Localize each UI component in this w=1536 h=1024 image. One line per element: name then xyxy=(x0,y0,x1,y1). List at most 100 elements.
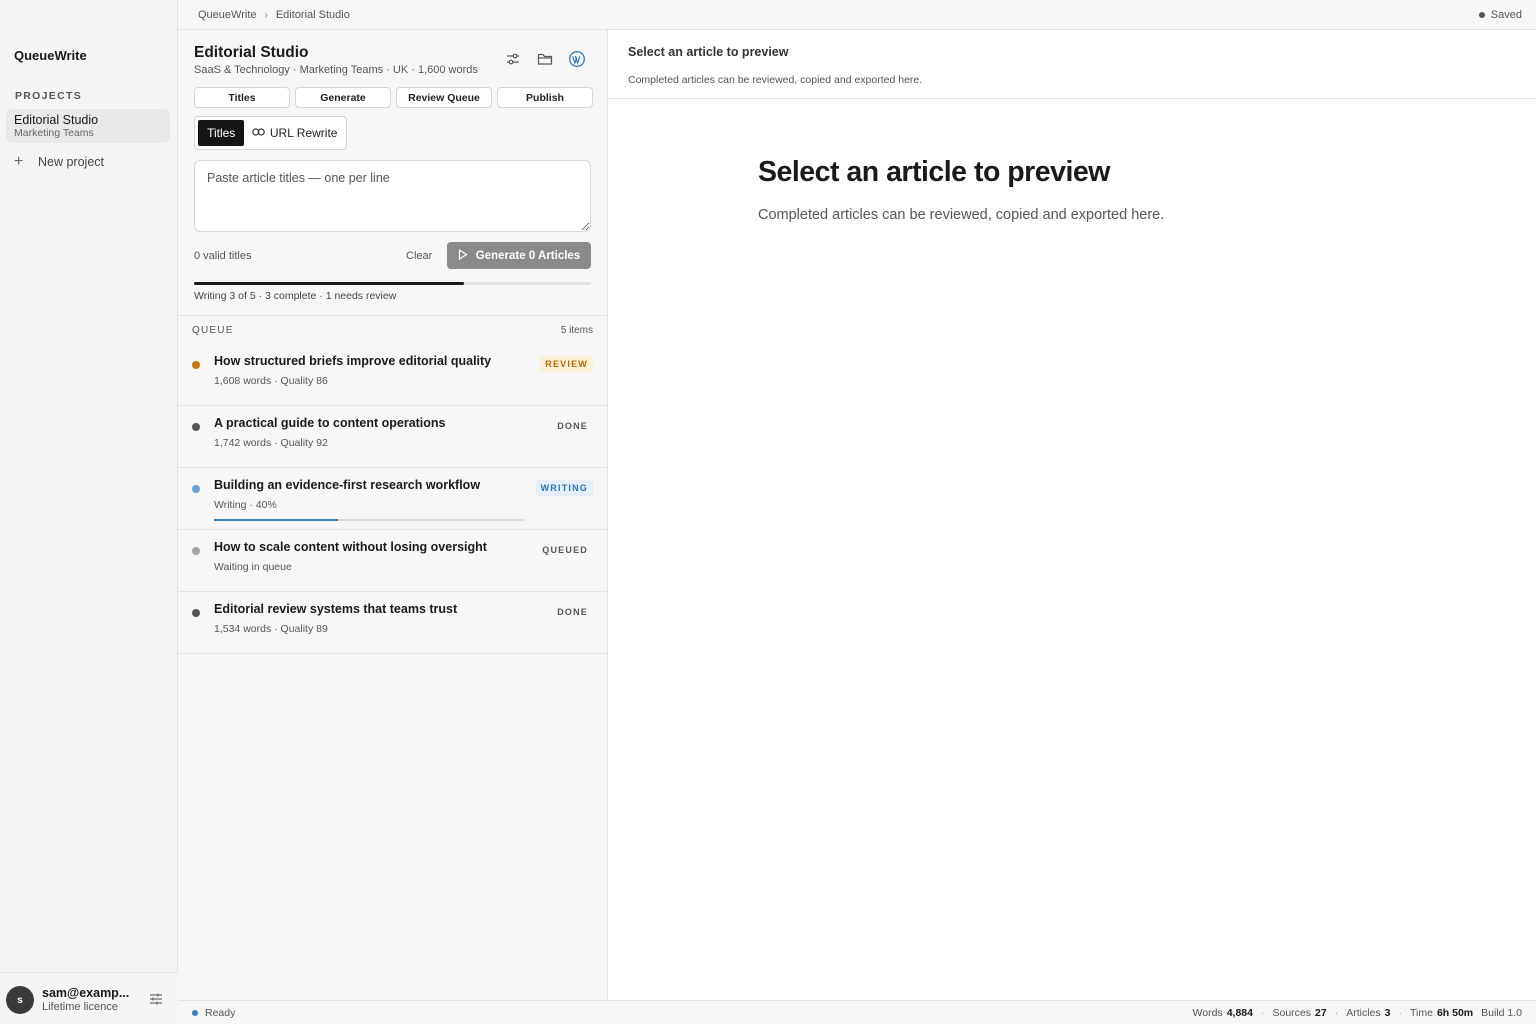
queue-item-meta: Writing · 40% xyxy=(214,499,277,511)
ready-status: Ready xyxy=(192,1007,235,1019)
stat-articles-value: 3 xyxy=(1384,1007,1391,1019)
queue-item-title: How to scale content without losing over… xyxy=(214,540,487,554)
batch-progress-fill xyxy=(194,282,464,285)
user-licence: Lifetime licence xyxy=(42,1001,118,1013)
top-bar: QueueWrite › Editorial Studio Saved xyxy=(178,0,1536,30)
generate-articles-button[interactable]: Generate 0 Articles xyxy=(447,242,591,269)
status-dot-icon xyxy=(192,609,200,617)
clear-button[interactable]: Clear xyxy=(406,250,432,262)
status-dot-icon xyxy=(192,423,200,431)
build-version: Build 1.0 xyxy=(1481,1007,1522,1019)
queue-item-title: A practical guide to content operations xyxy=(214,416,446,430)
breadcrumb-separator: › xyxy=(264,9,268,21)
queue-list: How structured briefs improve editorial … xyxy=(178,344,608,654)
project-name: Editorial Studio xyxy=(14,113,99,127)
link-icon xyxy=(252,126,265,140)
stat-sources-label: Sources xyxy=(1272,1007,1312,1019)
titles-input[interactable] xyxy=(194,160,591,232)
queue-label: QUEUE xyxy=(192,325,234,336)
queue-item-meta: 1,608 words · Quality 86 xyxy=(214,375,328,387)
stat-separator: · xyxy=(1398,1007,1402,1019)
preview-header: Select an article to preview Completed a… xyxy=(608,30,1536,99)
batch-progress-status: Writing 3 of 5 · 3 complete · 1 needs re… xyxy=(194,290,397,302)
queue-item[interactable]: How to scale content without losing over… xyxy=(178,530,608,592)
tab-titles[interactable]: Titles xyxy=(194,87,290,108)
stat-sources: Sources 27 xyxy=(1272,1007,1326,1019)
titles-mode-button[interactable]: Titles xyxy=(198,120,245,146)
status-badge: QUEUED xyxy=(542,545,588,555)
status-dot-icon xyxy=(192,361,200,369)
ready-dot-icon xyxy=(192,1010,198,1016)
queue-item[interactable]: Editorial review systems that teams trus… xyxy=(178,592,608,654)
status-dot-icon xyxy=(192,485,200,493)
queue-count: 5 items xyxy=(560,325,593,336)
writing-progress-bar xyxy=(214,519,525,521)
queue-item[interactable]: A practical guide to content operations … xyxy=(178,406,608,468)
stat-articles-label: Articles xyxy=(1346,1007,1381,1019)
save-status: Saved xyxy=(1478,9,1522,21)
stat-time: Time 6h 50m xyxy=(1410,1007,1473,1019)
queue-item-title: How structured briefs improve editorial … xyxy=(214,354,492,368)
stat-separator: · xyxy=(1334,1007,1339,1019)
breadcrumb-app[interactable]: QueueWrite xyxy=(198,9,257,21)
plus-icon: + xyxy=(14,153,24,170)
status-badge: DONE xyxy=(557,607,588,617)
status-badge: DONE xyxy=(557,421,588,431)
save-status-label: Saved xyxy=(1490,9,1522,21)
stat-words-label: Words xyxy=(1192,1007,1223,1019)
tab-publish[interactable]: Publish xyxy=(497,87,593,108)
breadcrumb: QueueWrite › Editorial Studio xyxy=(198,9,350,21)
avatar[interactable]: s xyxy=(6,986,34,1014)
play-icon xyxy=(458,248,468,263)
stat-sources-value: 27 xyxy=(1315,1007,1327,1019)
input-mode-toggle: Titles URL Rewrite xyxy=(194,116,347,150)
tab-generate[interactable]: Generate xyxy=(295,87,391,108)
queue-item-meta: 1,534 words · Quality 89 xyxy=(214,623,328,635)
settings-sliders-icon[interactable] xyxy=(148,991,164,1007)
queue-item-title: Building an evidence-first research work… xyxy=(214,478,481,492)
preview-empty-subtitle: Completed articles can be reviewed, copi… xyxy=(758,207,1165,223)
writing-progress-fill xyxy=(214,519,339,521)
app-brand: QueueWrite xyxy=(14,48,87,63)
new-project-label: New project xyxy=(38,155,104,169)
projects-heading: PROJECTS xyxy=(15,90,82,102)
user-email: sam@examp... xyxy=(42,986,130,1000)
url-rewrite-label: URL Rewrite xyxy=(269,126,338,140)
stat-time-label: Time xyxy=(1409,1007,1433,1019)
project-title: Editorial Studio xyxy=(194,44,309,61)
breadcrumb-project[interactable]: Editorial Studio xyxy=(276,9,350,21)
project-subtitle: Marketing Teams xyxy=(14,127,94,139)
status-bar: Ready Words 4,884 · Sources 27 · Articles 3… xyxy=(178,1000,1536,1024)
stat-time-value: 6h 50m xyxy=(1436,1007,1474,1019)
sliders-icon[interactable] xyxy=(504,50,522,68)
project-tabs: Titles Generate Review Queue Publish xyxy=(194,87,593,108)
tab-review-queue[interactable]: Review Queue xyxy=(396,87,492,108)
queue-item-meta: 1,742 words · Quality 92 xyxy=(214,437,328,449)
user-account: s sam@examp... Lifetime licence xyxy=(0,972,178,1024)
url-rewrite-mode-button[interactable]: URL Rewrite xyxy=(246,120,343,146)
status-badge: WRITING xyxy=(535,480,593,496)
stat-words-value: 4,884 xyxy=(1226,1007,1253,1019)
batch-progress-bar xyxy=(194,282,591,285)
queue-item-title: Editorial review systems that teams trus… xyxy=(214,602,458,616)
stat-separator: · xyxy=(1260,1007,1265,1019)
queue-item[interactable]: Building an evidence-first research work… xyxy=(178,468,608,530)
queue-item[interactable]: How structured briefs improve editorial … xyxy=(178,344,608,406)
status-badge: REVIEW xyxy=(540,356,593,372)
queue-item-meta: Waiting in queue xyxy=(214,561,292,573)
saved-dot-icon xyxy=(1478,12,1485,18)
queue-divider xyxy=(178,315,608,316)
new-project-button[interactable]: + New project xyxy=(14,154,104,170)
sidebar: QueueWrite PROJECTS Editorial Studio Mar… xyxy=(0,0,178,1024)
stats: Words 4,884 · Sources 27 · Articles 3 · Tim… xyxy=(1193,1007,1522,1019)
preview-empty-title: Select an article to preview xyxy=(758,156,1110,188)
sidebar-item-editorial-studio[interactable]: Editorial Studio Marketing Teams xyxy=(6,109,170,143)
stat-articles: Articles 3 xyxy=(1346,1007,1390,1019)
status-dot-icon xyxy=(192,547,200,555)
valid-titles-count: 0 valid titles xyxy=(194,250,252,262)
wordpress-icon[interactable] xyxy=(568,50,586,68)
ready-label: Ready xyxy=(205,1007,236,1019)
project-panel: Editorial Studio SaaS & Technology · Mar… xyxy=(178,30,608,1000)
preview-header-title: Select an article to preview xyxy=(628,45,789,59)
folder-icon[interactable] xyxy=(536,50,554,68)
